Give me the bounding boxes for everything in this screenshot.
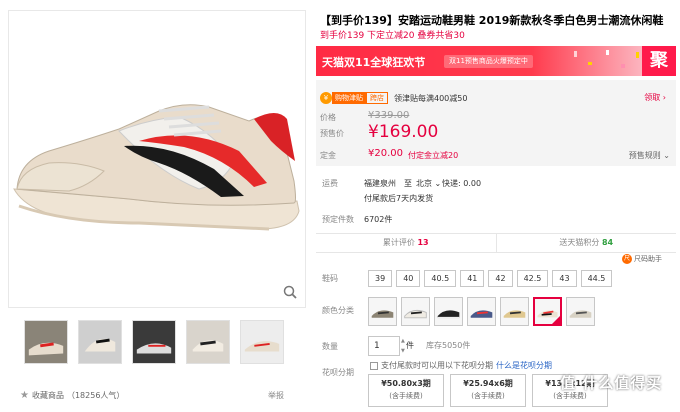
size-options: 39 40 40.5 41 42 42.5 43 44.5 — [368, 270, 613, 287]
price-panel: ¥ 购物津贴 跨店 领津贴每满400减50 领取 › 价格 ¥339.00 预售… — [316, 80, 676, 166]
ship-to-select[interactable]: 北京 ⌄ — [416, 178, 441, 189]
thumbnail[interactable] — [78, 320, 122, 364]
favorite-link[interactable]: ★ 收藏商品 （18256人气） — [20, 390, 124, 401]
color-label: 颜色分类 — [322, 306, 354, 315]
ruler-icon: 尺 — [622, 254, 632, 264]
deposit-price: ¥20.00 — [368, 148, 403, 159]
thumbnail-strip — [24, 320, 284, 364]
color-swatch-selected[interactable] — [533, 297, 562, 326]
deposit-label: 定金 — [320, 151, 336, 160]
color-swatch[interactable] — [467, 297, 496, 326]
star-icon: ★ — [20, 390, 29, 401]
report-link[interactable]: 举报 — [268, 390, 284, 401]
presale-price: ¥169.00 — [368, 122, 439, 142]
size-option[interactable]: 39 — [368, 270, 393, 287]
color-swatch[interactable] — [401, 297, 430, 326]
stock-count: 库存5050件 — [426, 341, 471, 350]
size-option[interactable]: 40.5 — [424, 270, 457, 287]
zoom-icon[interactable] — [283, 285, 297, 299]
huabei-checkbox[interactable] — [370, 361, 378, 370]
quantity-input[interactable]: 1 — [368, 336, 400, 356]
presale-count-label: 预定件数 — [322, 215, 354, 224]
color-swatch[interactable] — [434, 297, 463, 326]
huabei-note: 支付尾款时可以用以下花呗分期 — [381, 361, 493, 370]
ship-from: 福建泉州 — [364, 179, 396, 188]
color-swatch[interactable] — [500, 297, 529, 326]
selected-check-icon — [552, 316, 560, 324]
shipping-label: 运费 — [322, 179, 338, 188]
size-option[interactable]: 40 — [396, 270, 421, 287]
thumbnail[interactable] — [240, 320, 284, 364]
size-option[interactable]: 42 — [488, 270, 513, 287]
ship-note: 付尾款后7天内发货 — [364, 194, 434, 203]
main-product-image[interactable] — [8, 10, 306, 308]
tmall-double11-label: 天猫双11全球狂欢节 — [322, 56, 426, 69]
size-option[interactable]: 42.5 — [516, 270, 549, 287]
stats-bar: 累计评价 13 送天猫积分 84 — [316, 233, 676, 253]
original-price: ¥339.00 — [368, 110, 410, 121]
thumbnail[interactable] — [132, 320, 176, 364]
ship-to-word: 至 — [404, 179, 412, 188]
points-stat: 送天猫积分 84 — [559, 238, 614, 247]
size-option[interactable]: 41 — [460, 270, 485, 287]
allowance-tag-label: 购物津贴 — [332, 92, 366, 104]
presale-pill: 双11预售商品火爆预定中 — [444, 55, 533, 68]
product-title: 【到手价139】安踏运动鞋男鞋 2019新款秋冬季白色男士潮流休闲鞋 — [320, 14, 664, 27]
collect-coupon-link[interactable]: 领取 › — [644, 92, 666, 103]
installment-option[interactable]: ¥50.80x3期 (含手续费) — [368, 374, 444, 407]
shoe-image — [13, 104, 300, 231]
price-label: 价格 — [320, 113, 336, 122]
reviews-stat[interactable]: 累计评价 13 — [316, 234, 497, 252]
huabei-note-row: 支付尾款时可以用以下花呗分期 什么是花呗分期 — [370, 360, 552, 371]
huabei-label: 花呗分期 — [322, 368, 354, 377]
thumbnail[interactable] — [24, 320, 68, 364]
shopping-allowance-tag: ¥ 购物津贴 跨店 — [320, 92, 388, 104]
presale-rules-link[interactable]: 预售规则 ⌄ — [629, 150, 670, 161]
favorite-label: 收藏商品 — [31, 391, 64, 400]
juhuasuan-badge: 聚 — [642, 46, 676, 76]
size-option[interactable]: 43 — [552, 270, 577, 287]
cross-store-tag-label: 跨店 — [366, 92, 388, 104]
quantity-label: 数量 — [322, 342, 338, 351]
presale-count-value: 6702件 — [364, 215, 393, 224]
coupon-row: ¥ 购物津贴 跨店 领津贴每满400减50 — [320, 92, 467, 104]
presale-price-label: 预售价 — [320, 129, 344, 138]
huabei-help-link[interactable]: 什么是花呗分期 — [496, 360, 552, 371]
size-helper-link[interactable]: 尺 尺码助手 — [622, 254, 662, 264]
color-options — [368, 297, 595, 326]
allowance-icon: ¥ — [320, 92, 332, 104]
favorite-count: （18256人气） — [66, 391, 125, 400]
quantity-unit: 件 — [406, 341, 414, 350]
watermark: 值 什么值得买 — [560, 374, 663, 392]
deposit-note: 付定金立减20 — [408, 151, 459, 160]
double11-banner[interactable]: 天猫双11全球狂欢节 双11预售商品火爆预定中 聚 — [316, 46, 676, 76]
product-subtitle: 到手价139 下定立减20 叠券共省30 — [320, 31, 465, 41]
coupon-text: 领津贴每满400减50 — [394, 93, 468, 103]
size-option[interactable]: 44.5 — [580, 270, 613, 287]
color-swatch[interactable] — [368, 297, 397, 326]
size-label: 鞋码 — [322, 274, 338, 283]
express-fee: 快递: 0.00 — [442, 179, 482, 188]
installment-option[interactable]: ¥25.94x6期 (含手续费) — [450, 374, 526, 407]
color-swatch[interactable] — [566, 297, 595, 326]
thumbnail[interactable] — [186, 320, 230, 364]
